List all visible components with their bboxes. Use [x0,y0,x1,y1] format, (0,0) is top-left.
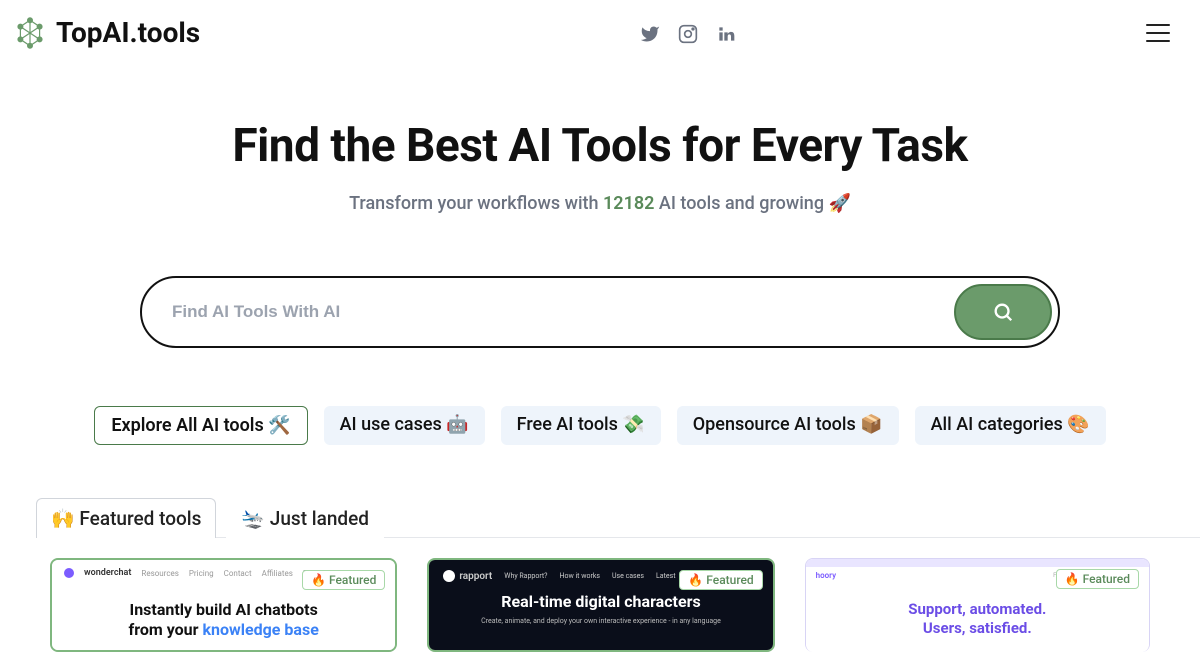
tool-card-wonderchat[interactable]: 🔥 Featured wonderchat Resources Pricing … [50,558,397,652]
card-brand: wonderchat [84,568,131,578]
hero-subtitle: Transform your workflows with 12182 AI t… [20,193,1180,214]
brand-name: TopAI.tools [56,16,200,49]
pill-free-tools[interactable]: Free AI tools 💸 [501,406,661,445]
pill-explore-all[interactable]: Explore All AI tools 🛠️ [94,406,307,445]
hoory-logo-icon: hoory [816,571,836,580]
logo[interactable]: TopAI.tools [14,16,200,49]
pill-categories[interactable]: All AI categories 🎨 [915,406,1106,445]
tool-card-rapport[interactable]: 🔥 Featured rapport Why Rapport? How it w… [427,558,774,652]
brand-logo-icon [14,17,46,49]
card-headline: Instantly build AI chatbots from your kn… [64,600,383,640]
card-headline: Real-time digital characters [443,592,758,611]
tab-just-landed[interactable]: 🛬 Just landed [226,498,384,538]
instagram-icon[interactable] [678,24,698,44]
featured-badge: 🔥 Featured [302,570,385,590]
category-pills: Explore All AI tools 🛠️ AI use cases 🤖 F… [0,406,1200,445]
tabs: 🙌 Featured tools 🛬 Just landed [36,497,1200,538]
menu-button[interactable] [1146,24,1170,42]
card-headline: Support, automated. Users, satisfied. [806,600,1149,638]
rapport-logo-icon: rapport [443,570,492,582]
tool-card-hoory[interactable]: 🔥 Featured hoory Features Pricing Resour… [805,558,1150,652]
wonderchat-logo-icon [64,568,74,578]
pill-opensource[interactable]: Opensource AI tools 📦 [677,406,899,445]
twitter-icon[interactable] [640,24,660,44]
search-bar [140,276,1060,348]
tab-featured[interactable]: 🙌 Featured tools [36,498,216,538]
card-subtext: Create, animate, and deploy your own int… [443,617,758,626]
search-icon [992,301,1014,323]
featured-badge: 🔥 Featured [679,570,762,590]
search-button[interactable] [954,284,1052,340]
linkedin-icon[interactable] [716,24,736,44]
tool-count: 12182 [603,193,654,214]
search-input[interactable] [172,302,954,322]
featured-badge: 🔥 Featured [1056,569,1139,589]
pill-use-cases[interactable]: AI use cases 🤖 [324,406,485,445]
hero-title: Find the Best AI Tools for Every Task [20,119,1180,173]
